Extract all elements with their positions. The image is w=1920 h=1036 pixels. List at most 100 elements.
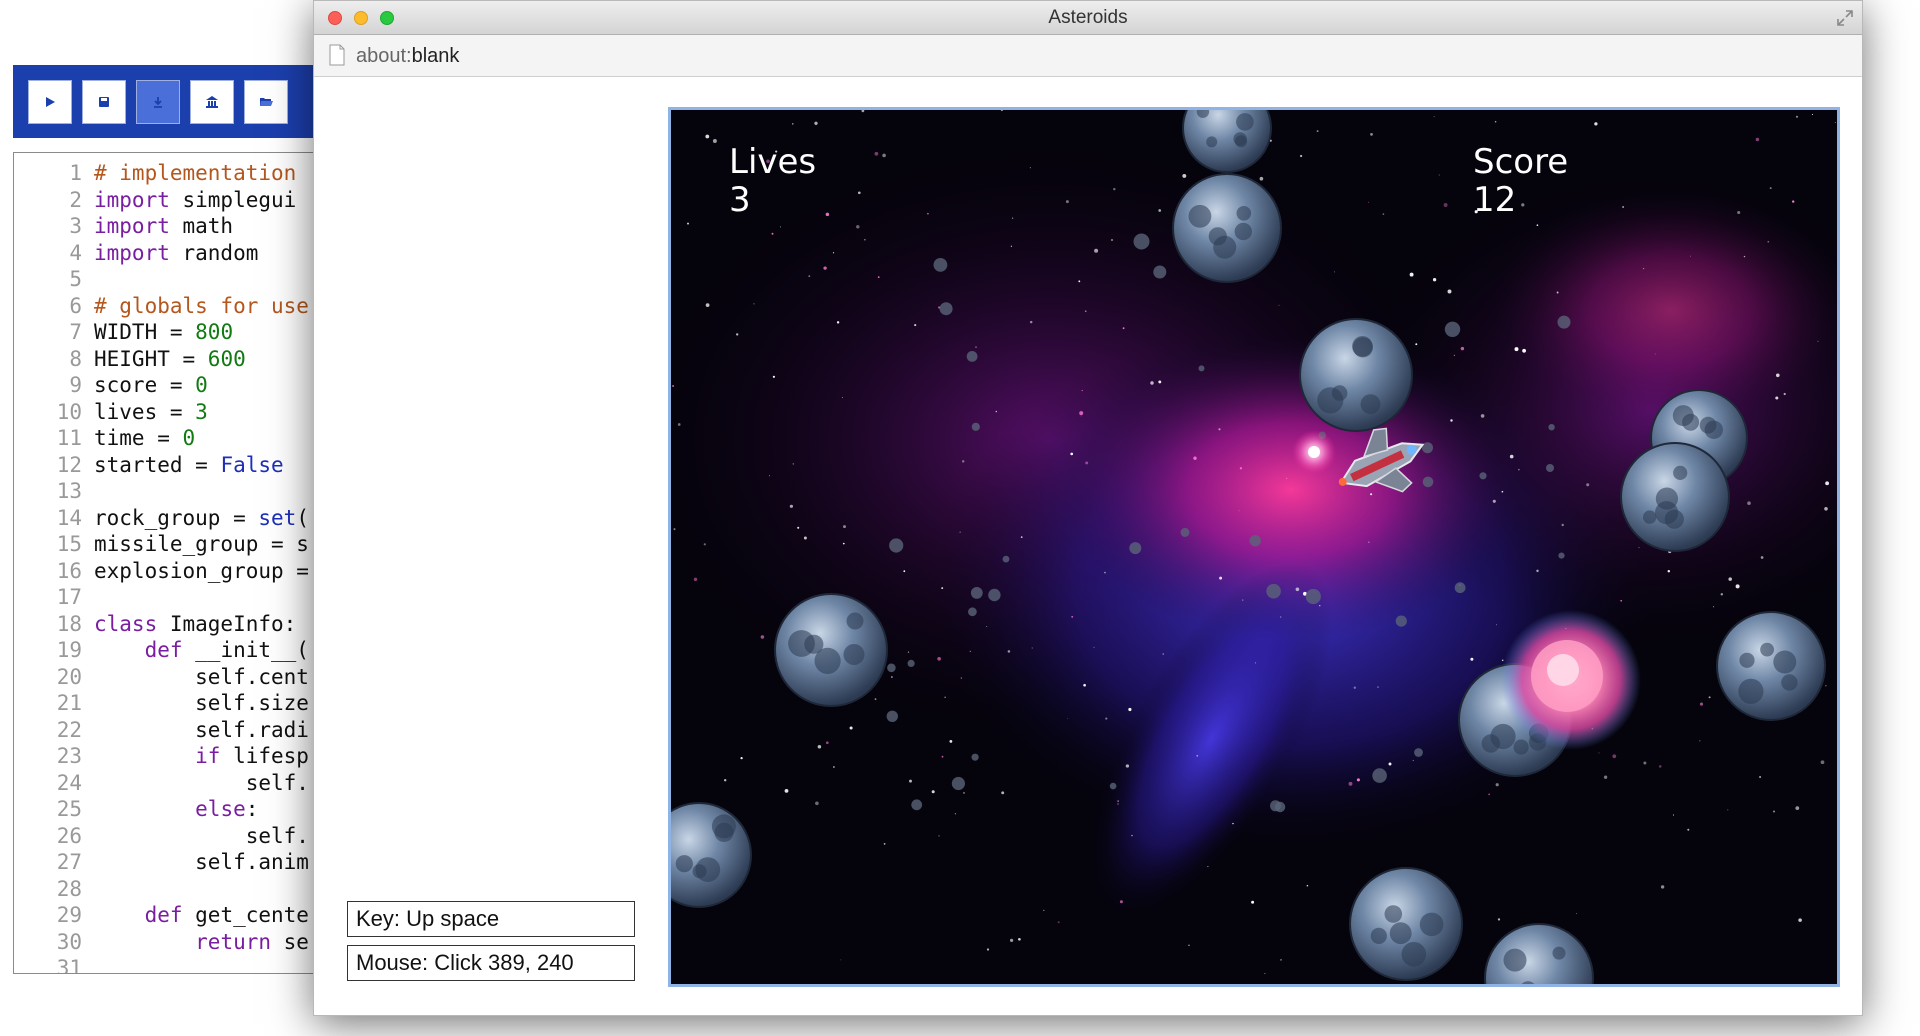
- line-number: 12: [56, 452, 82, 477]
- star: [864, 239, 866, 241]
- star: [1377, 686, 1379, 688]
- star: [931, 790, 935, 794]
- star: [1518, 468, 1520, 471]
- star: [1043, 909, 1045, 912]
- star: [1747, 501, 1751, 505]
- debris: [1479, 472, 1487, 480]
- line-text: missile_group = s: [94, 532, 309, 556]
- lives-label: Lives: [729, 142, 817, 182]
- star: [740, 756, 743, 760]
- debris: [1548, 424, 1555, 431]
- star: [792, 463, 795, 465]
- star: [938, 835, 940, 837]
- bank-icon: [206, 96, 218, 108]
- space-background: [671, 110, 1837, 984]
- star: [703, 543, 706, 546]
- code-editor[interactable]: 1 # implementation 2 import simplegui 3 impor…: [13, 152, 343, 974]
- star: [1824, 507, 1828, 511]
- star: [736, 333, 739, 336]
- star: [1612, 754, 1617, 759]
- game-canvas[interactable]: Lives 3 Score 12: [668, 107, 1840, 987]
- asteroid: [1172, 173, 1282, 283]
- star: [1514, 347, 1519, 352]
- line-number: 29: [56, 903, 82, 927]
- window-title: Asteroids: [1048, 7, 1128, 28]
- asteroid: [774, 593, 888, 707]
- debris: [971, 422, 980, 431]
- star: [941, 755, 944, 758]
- debris: [1414, 748, 1423, 757]
- debris: [951, 776, 965, 791]
- debris: [933, 258, 948, 272]
- asteroid: [1620, 442, 1730, 552]
- line-number: 14: [56, 505, 82, 530]
- star: [1031, 647, 1033, 649]
- download-button[interactable]: [136, 80, 180, 124]
- line-text: WIDTH = 800: [94, 320, 234, 344]
- star: [1433, 116, 1435, 118]
- star: [1708, 696, 1711, 699]
- star: [1798, 918, 1802, 922]
- star: [1453, 354, 1456, 357]
- line-text: lives = 3: [94, 399, 208, 424]
- star: [772, 375, 775, 378]
- star: [1353, 686, 1356, 689]
- star: [771, 232, 774, 235]
- star: [1783, 392, 1786, 396]
- star: [1122, 327, 1125, 330]
- star: [789, 504, 794, 508]
- star: [1825, 481, 1830, 486]
- debris: [889, 538, 904, 553]
- star: [1501, 490, 1504, 493]
- star: [1083, 683, 1086, 687]
- star: [1594, 122, 1598, 126]
- archive-button[interactable]: [190, 80, 234, 124]
- star: [1495, 783, 1499, 787]
- line-number: 13: [56, 479, 82, 503]
- star: [1432, 278, 1437, 282]
- line-number: 9: [69, 373, 82, 397]
- star: [753, 303, 755, 305]
- run-button[interactable]: [28, 80, 72, 124]
- star: [1509, 454, 1514, 459]
- star: [1775, 396, 1779, 400]
- star: [677, 423, 681, 426]
- star: [1388, 762, 1392, 766]
- line-text: explosion_group =: [94, 558, 309, 583]
- star: [1319, 605, 1321, 607]
- line-number: 5: [69, 267, 82, 291]
- star: [1242, 599, 1244, 601]
- star: [1638, 546, 1640, 549]
- star: [1084, 310, 1087, 313]
- star: [687, 222, 689, 225]
- star: [907, 651, 910, 653]
- debris: [1422, 476, 1434, 488]
- save-button[interactable]: [82, 80, 126, 124]
- star: [1280, 616, 1282, 618]
- star: [1295, 587, 1300, 592]
- star: [954, 813, 957, 815]
- star: [883, 843, 886, 845]
- star: [1085, 461, 1089, 465]
- line-number: 8: [69, 346, 82, 371]
- url-scheme: about:: [356, 45, 412, 67]
- star: [995, 410, 998, 413]
- star: [1521, 203, 1525, 207]
- address-bar[interactable]: about:blank: [314, 35, 1862, 77]
- star: [808, 275, 811, 277]
- url-text: about:blank: [356, 35, 459, 77]
- star: [1792, 200, 1795, 203]
- star: [1643, 761, 1647, 765]
- star: [1158, 380, 1162, 384]
- fullscreen-icon[interactable]: [1836, 9, 1854, 27]
- open-button[interactable]: [244, 80, 288, 124]
- star: [1460, 346, 1465, 351]
- star: [1370, 493, 1373, 496]
- star: [937, 656, 941, 661]
- folder-open-icon: [260, 98, 273, 106]
- star: [1182, 173, 1187, 178]
- star: [1280, 959, 1282, 961]
- star: [1232, 822, 1234, 825]
- line-text: time = 0: [94, 426, 196, 450]
- star: [1496, 624, 1498, 626]
